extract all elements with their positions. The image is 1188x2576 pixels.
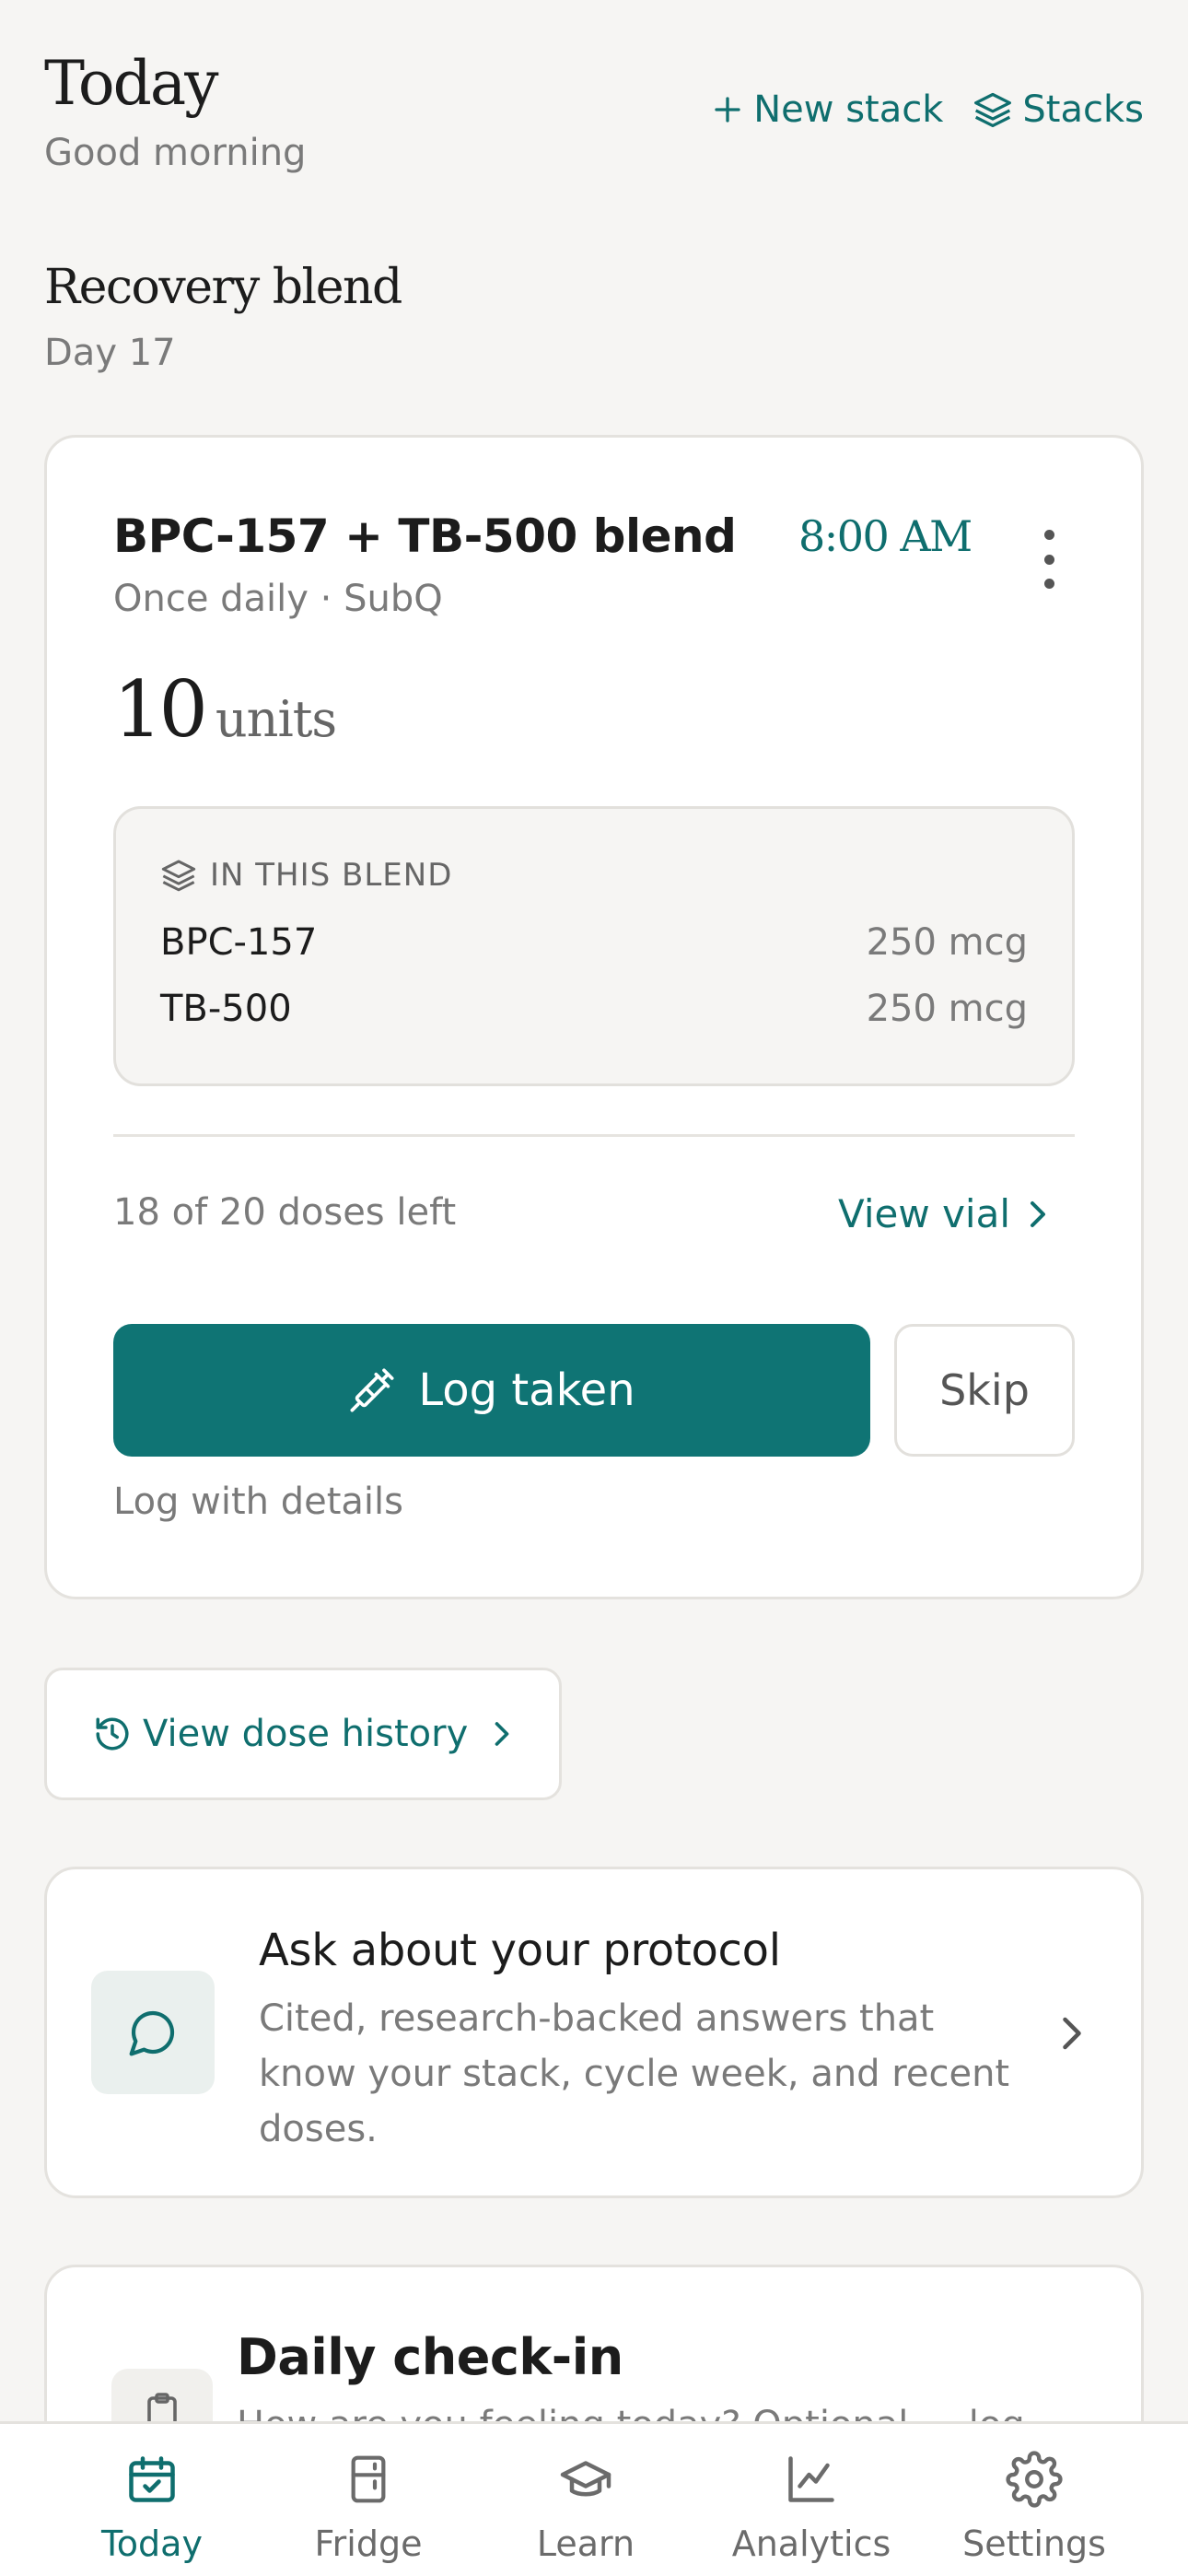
component-name: TB-500 [160, 988, 292, 1030]
new-stack-label: New stack [753, 88, 944, 131]
view-dose-history-label: View dose history [143, 1713, 469, 1755]
chat-bubble-icon [129, 2010, 175, 2056]
chevron-right-icon [1063, 2017, 1081, 2050]
ask-title: Ask about your protocol [259, 1925, 781, 1976]
nav-item-analytics[interactable]: Analytics [731, 2424, 891, 2576]
nav-label: Analytics [731, 2523, 891, 2564]
blend-label: IN THIS BLEND [160, 857, 452, 894]
syringe-icon [350, 1368, 394, 1412]
view-dose-history-button[interactable]: View dose history [44, 1668, 562, 1800]
more-options-button[interactable] [1038, 530, 1060, 589]
checkin-title: Daily check-in [237, 2328, 623, 2386]
skip-button[interactable]: Skip [894, 1324, 1075, 1457]
divider [113, 1134, 1075, 1137]
more-dot-icon [1043, 530, 1054, 540]
dose-amount-unit: units [215, 690, 337, 748]
stack-heading: Recovery blend Day 17 [44, 260, 402, 374]
dose-card: BPC-157 + TB-500 blend 8:00 AM Once dail… [44, 435, 1144, 1599]
nav-label: Fridge [314, 2523, 423, 2564]
more-dot-icon [1043, 554, 1054, 565]
more-dot-icon [1043, 579, 1054, 589]
gear-icon [1006, 2451, 1063, 2508]
line-chart-icon [788, 2456, 834, 2502]
nav-item-settings[interactable]: Settings [962, 2424, 1106, 2576]
view-vial-link[interactable]: View vial [838, 1191, 1049, 1236]
chevron-right-icon [1031, 1200, 1045, 1227]
view-vial-label: View vial [838, 1191, 1010, 1236]
component-qty: 250 mcg [866, 988, 1028, 1030]
nav-item-today[interactable]: Today [101, 2424, 203, 2576]
new-stack-button[interactable]: New stack [711, 88, 943, 131]
stack-name: Recovery blend [44, 260, 402, 315]
log-taken-label: Log taken [418, 1364, 635, 1416]
graduation-cap-icon [560, 2461, 611, 2497]
layers-icon [974, 92, 1012, 128]
nav-label: Learn [536, 2523, 635, 2564]
blend-box: IN THIS BLEND BPC-157 250 mcg TB-500 250… [113, 806, 1075, 1086]
dose-amount-value: 10 [113, 664, 208, 755]
dose-schedule: Once daily · SubQ [113, 578, 443, 620]
nav-label: Settings [962, 2523, 1106, 2564]
calendar-check-icon [129, 2456, 175, 2502]
blend-label-text: IN THIS BLEND [210, 857, 453, 894]
dose-time: 8:00 AM [798, 511, 973, 561]
nav-item-learn[interactable]: Learn [530, 2424, 641, 2576]
blend-component-row: TB-500 250 mcg [160, 988, 1028, 1030]
component-name: BPC-157 [160, 921, 318, 964]
log-taken-button[interactable]: Log taken [113, 1324, 870, 1457]
nav-item-fridge[interactable]: Fridge [313, 2424, 424, 2576]
log-with-details-link[interactable]: Log with details [113, 1481, 403, 1523]
dose-amount: 10 units [113, 664, 337, 755]
fridge-icon [351, 2455, 386, 2503]
stack-day: Day 17 [44, 332, 176, 374]
stacks-button[interactable]: Stacks [973, 88, 1144, 131]
header-actions: New stack Stacks [711, 88, 1144, 131]
bottom-nav: Today Fridge Learn Analytics Settings [0, 2421, 1188, 2576]
plus-icon [715, 97, 740, 123]
dose-name: BPC-157 + TB-500 blend [113, 509, 737, 563]
nav-label: Today [101, 2523, 203, 2564]
ask-protocol-card[interactable]: Ask about your protocol Cited, research-… [44, 1867, 1144, 2198]
chat-icon-wrap [91, 1971, 215, 2094]
ask-description: Cited, research-backed answers that know… [259, 1997, 1010, 2150]
greeting: Good morning [44, 132, 307, 174]
layers-icon [161, 860, 196, 892]
component-qty: 250 mcg [866, 921, 1028, 964]
header: Today Good morning New stack Stacks [44, 48, 1144, 195]
stacks-label: Stacks [1022, 88, 1144, 131]
doses-remaining: 18 of 20 doses left [113, 1191, 457, 1234]
chevron-right-icon [495, 1722, 509, 1746]
blend-component-row: BPC-157 250 mcg [160, 921, 1028, 964]
history-icon [96, 1717, 129, 1751]
